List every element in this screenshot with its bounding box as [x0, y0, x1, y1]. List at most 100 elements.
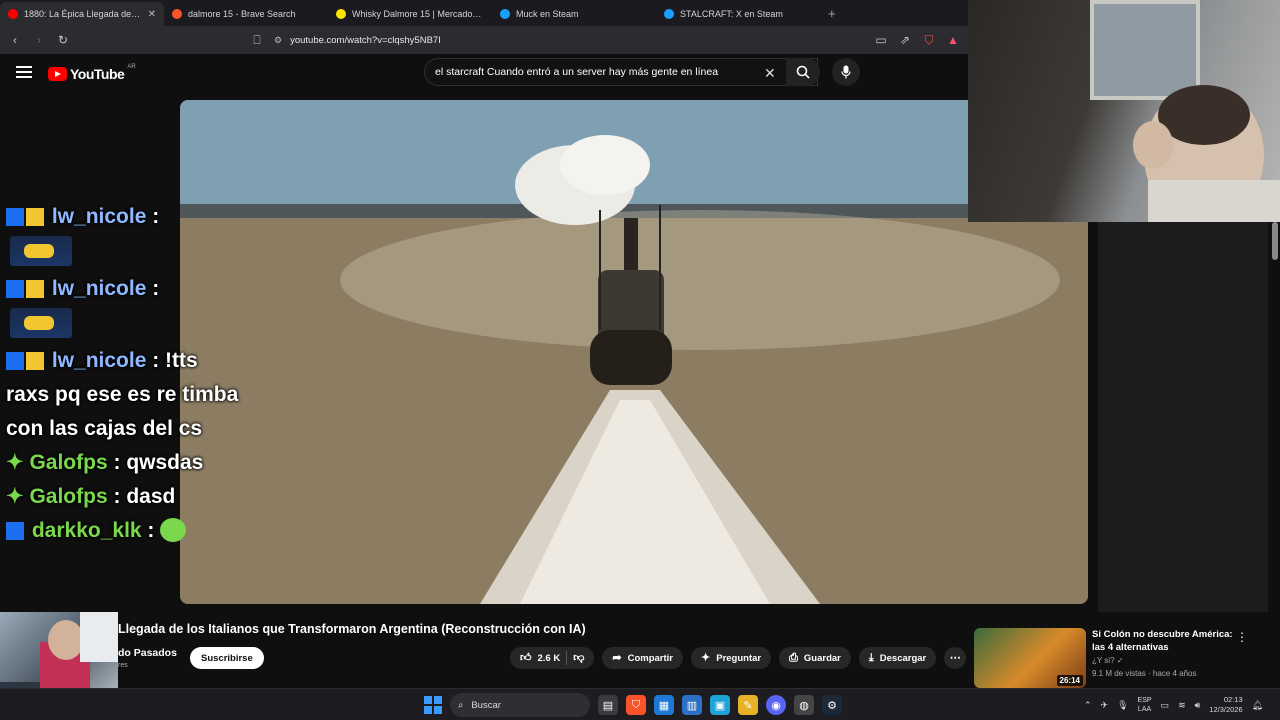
brave-shields-icon[interactable]: ⛉ — [922, 33, 936, 48]
reload-icon[interactable]: ↻ — [56, 33, 70, 47]
taskbar-search-label: Buscar — [471, 699, 501, 711]
share-button[interactable]: ➦ Compartir — [602, 647, 684, 669]
language-indicator[interactable]: ESP LAA — [1138, 696, 1152, 714]
search-button[interactable] — [786, 58, 820, 86]
ask-button[interactable]: ✦ Preguntar — [691, 647, 772, 669]
cast-icon[interactable]: ▭ — [874, 33, 888, 47]
brave-browser-icon[interactable]: ⛉ — [626, 695, 646, 715]
thumbs-up-icon[interactable]: 👍︎ — [520, 652, 532, 664]
recommended-channel[interactable]: ¿Y si? ✓ — [1092, 656, 1242, 665]
sparkle-icon: ✦ — [701, 651, 711, 664]
pen-app-icon[interactable]: ✎ — [738, 695, 758, 715]
address-bar[interactable]: ⚙ youtube.com/watch?v=clqshy5NB7I — [274, 29, 864, 51]
menu-icon[interactable] — [16, 66, 32, 78]
clear-search-icon[interactable]: ✕ — [764, 65, 776, 82]
recommended-video[interactable]: 26:14 Si Colón no descubre América: las … — [974, 628, 1274, 688]
bookmark-icon[interactable]: ⎕ — [250, 33, 264, 48]
tab-title: Whisky Dalmore 15 | MercadoLibre — [352, 9, 484, 19]
url-text: youtube.com/watch?v=clqshy5NB7I — [290, 34, 441, 46]
webcam-overlay — [968, 0, 1280, 222]
verified-badge-icon: ✦ — [6, 485, 24, 508]
steam-icon[interactable]: ⚙ — [822, 695, 842, 715]
chevron-up-icon[interactable]: ⌃ — [1084, 700, 1092, 711]
close-tab-icon[interactable]: ✕ — [148, 9, 156, 20]
taskbar-search[interactable]: ⌕ Buscar — [450, 693, 590, 717]
chat-username: lw_nicole — [51, 205, 147, 228]
recommended-menu-icon[interactable]: ⋮ — [1236, 630, 1248, 644]
video-player[interactable] — [180, 100, 1088, 604]
youtube-play-icon — [48, 67, 67, 81]
youtube-wordmark: YouTube — [70, 66, 125, 82]
country-code: AR — [127, 64, 136, 70]
recommended-channel-name: ¿Y si? — [1092, 656, 1115, 665]
recommended-info: Si Colón no descubre América: las 4 alte… — [1092, 628, 1242, 688]
search-icon: ⌕ — [458, 699, 464, 711]
chat-message: ✦ Galofps : dasd — [6, 485, 176, 508]
volume-icon[interactable]: 🔊︎ — [1195, 700, 1201, 711]
steam-favicon-icon — [664, 9, 674, 19]
windows-start-icon[interactable] — [424, 696, 442, 714]
tab-youtube-video[interactable]: 1880: La Épica Llegada de los ✕ — [0, 2, 164, 26]
tab-title: dalmore 15 - Brave Search — [188, 9, 296, 19]
tab-stalcraft-steam[interactable]: STALCRAFT: X en Steam — [656, 2, 820, 26]
save-button[interactable]: ⎙ Guardar — [779, 647, 851, 669]
chat-message: lw_nicole : — [6, 200, 242, 266]
microphone-icon — [841, 65, 851, 79]
photos-icon[interactable]: ▣ — [710, 695, 730, 715]
recommended-thumbnail[interactable]: 26:14 — [974, 628, 1086, 688]
recommended-title[interactable]: Si Colón no descubre América: las 4 alte… — [1092, 628, 1242, 654]
crown-badge-icon — [26, 280, 44, 298]
new-tab-button[interactable]: + — [828, 2, 836, 26]
bookmark-icon: ⎙ — [789, 651, 798, 664]
tab-mercadolibre[interactable]: Whisky Dalmore 15 | MercadoLibre — [328, 2, 492, 26]
network-off-icon[interactable]: ✈ — [1101, 700, 1109, 711]
prime-badge-icon — [6, 208, 24, 226]
tab-title: STALCRAFT: X en Steam — [680, 9, 783, 19]
subscriber-count: res — [118, 662, 128, 669]
crown-badge-icon — [26, 208, 44, 226]
youtube-logo[interactable]: YouTube AR — [48, 64, 136, 82]
download-label: Descargar — [879, 652, 927, 664]
page-scrollbar[interactable] — [1272, 222, 1278, 260]
notifications-icon[interactable]: 🔔︎ — [1252, 700, 1263, 711]
tab-muck-steam[interactable]: Muck en Steam — [492, 2, 656, 26]
like-count[interactable]: 2.6 K — [538, 653, 561, 664]
forward-icon[interactable]: › — [32, 33, 46, 47]
file-explorer-icon[interactable]: ▤ — [598, 695, 618, 715]
search-input[interactable]: el starcraft Cuando entró a un server ha… — [424, 58, 818, 86]
discord-icon[interactable]: ◉ — [766, 695, 786, 715]
microphone-tray-icon[interactable]: 🎙︎ — [1117, 700, 1128, 711]
video-duration: 26:14 — [1056, 675, 1083, 686]
search-icon — [796, 65, 810, 79]
crown-badge-icon — [26, 352, 44, 370]
brave-rewards-icon[interactable]: ▲ — [946, 33, 960, 47]
notepad-icon[interactable]: ▦ — [654, 695, 674, 715]
wifi-icon[interactable]: ≋ — [1178, 700, 1186, 711]
thumbs-down-icon[interactable]: 👎︎ — [573, 652, 584, 664]
more-actions-button[interactable]: ⋯ — [944, 647, 967, 669]
chrome-icon[interactable]: ◍ — [794, 695, 814, 715]
video-title: Llegada de los Italianos que Transformar… — [118, 622, 586, 636]
display-icon[interactable]: ▭ — [1161, 700, 1170, 711]
divider — [566, 651, 568, 665]
share-icon[interactable]: ⇗ — [898, 33, 912, 47]
chat-username: lw_nicole — [51, 349, 147, 372]
video-frame-steamship — [180, 100, 1088, 604]
channel-name[interactable]: do Pasados — [118, 647, 177, 659]
clock-time: 02:13 — [1223, 695, 1243, 704]
calculator-icon[interactable]: ▥ — [682, 695, 702, 715]
site-info-icon[interactable]: ⚙ — [274, 35, 282, 46]
clock[interactable]: 02:13 12/3/2026 — [1209, 695, 1242, 715]
subscribe-button[interactable]: Suscribirse — [190, 647, 264, 669]
navigation-bar: ‹ › ↻ ⎕ ⚙ youtube.com/watch?v=clqshy5NB7… — [0, 26, 968, 54]
chat-username: Galofps — [29, 485, 108, 508]
chat-username: lw_nicole — [51, 277, 147, 300]
download-button[interactable]: ⤓ Descargar — [858, 647, 937, 669]
mercadolibre-favicon-icon — [336, 9, 346, 19]
back-icon[interactable]: ‹ — [8, 33, 22, 47]
download-icon: ⤓ — [868, 651, 874, 664]
voice-search-button[interactable] — [832, 58, 860, 86]
stream-chat-overlay: lw_nicole : lw_nicole : lw_nicole : !tts… — [6, 200, 242, 548]
chat-text: qwsdas — [126, 451, 204, 474]
tab-brave-search[interactable]: dalmore 15 - Brave Search — [164, 2, 328, 26]
